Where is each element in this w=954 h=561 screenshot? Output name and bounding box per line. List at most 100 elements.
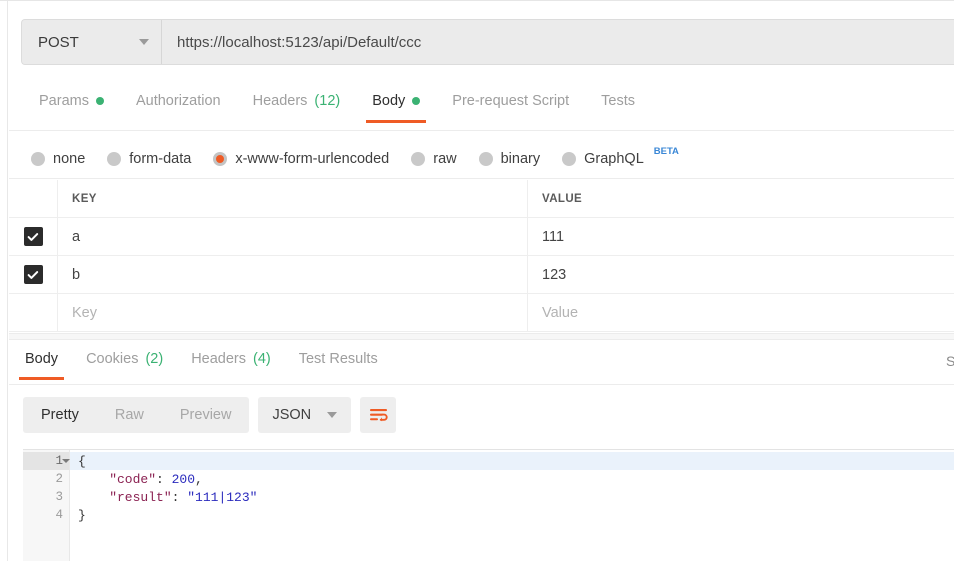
url-input[interactable]: https://localhost:5123/api/Default/ccc	[162, 20, 954, 64]
view-mode-pretty[interactable]: Pretty	[23, 397, 97, 433]
new-row-value-input[interactable]: Value	[528, 294, 954, 331]
tab-count: (12)	[314, 93, 341, 109]
tab-label: Test Results	[298, 351, 378, 367]
code-token: 200	[171, 471, 196, 487]
response-view-mode-group: Pretty Raw Preview	[23, 397, 250, 433]
radio-icon	[31, 151, 45, 166]
line-number-text: 2	[55, 472, 63, 486]
tab-label: Pre-request Script	[452, 93, 570, 109]
code-line: "code" : 200 ,	[70, 470, 954, 488]
select-all-cell	[9, 180, 58, 217]
radio-selected-icon	[213, 151, 228, 166]
tab-authorization[interactable]: Authorization	[120, 89, 237, 123]
pane-divider[interactable]	[9, 333, 954, 340]
body-type-graphql[interactable]: GraphQL BETA	[562, 146, 679, 167]
code-token: {	[78, 453, 86, 469]
line-number-text: 4	[55, 508, 63, 522]
code-token: ,	[195, 471, 203, 487]
body-type-label: x-www-form-urlencoded	[235, 150, 390, 167]
table-row: b 123	[9, 256, 954, 294]
row-value-input[interactable]: 123	[528, 256, 954, 293]
main-content: POST https://localhost:5123/api/Default/…	[9, 1, 954, 561]
line-number[interactable]: 3	[23, 488, 69, 506]
code-token: "code"	[78, 471, 157, 487]
urlencoded-params-table: KEY VALUE a 111 b 123 Key Value	[9, 180, 954, 332]
postman-window: POST https://localhost:5123/api/Default/…	[0, 0, 954, 561]
body-type-label: form-data	[129, 150, 192, 167]
view-mode-raw[interactable]: Raw	[97, 397, 162, 433]
beta-badge: BETA	[653, 145, 679, 157]
row-checkbox-cell[interactable]	[9, 218, 58, 255]
line-number-text: 3	[55, 490, 63, 504]
checkbox-checked-icon[interactable]	[23, 265, 43, 284]
radio-icon	[562, 151, 577, 166]
row-checkbox-cell[interactable]	[9, 256, 58, 293]
tab-label: Headers	[252, 93, 308, 109]
body-type-binary[interactable]: binary	[478, 150, 541, 167]
url-bar: POST https://localhost:5123/api/Default/…	[21, 19, 954, 65]
line-number[interactable]: 2	[23, 470, 69, 488]
body-type-form-data[interactable]: form-data	[107, 151, 191, 167]
code-token: :	[156, 471, 172, 487]
body-type-label: GraphQL	[584, 150, 644, 167]
new-row-key-input[interactable]: Key	[58, 294, 528, 331]
response-tabs: Body Cookies (2) Headers (4) Test Result…	[9, 347, 954, 385]
code-text-area[interactable]: { "code" : 200 , "result" : "111|123" }	[70, 450, 954, 561]
left-rail	[0, 1, 8, 561]
radio-icon	[107, 151, 122, 166]
radio-icon	[411, 151, 426, 166]
table-header-row: KEY VALUE	[9, 180, 954, 218]
body-type-raw[interactable]: raw	[411, 150, 457, 167]
tab-label: Headers	[191, 351, 246, 367]
tab-headers[interactable]: Headers (12)	[237, 89, 357, 123]
code-token: :	[171, 489, 188, 505]
tab-label: Cookies	[86, 351, 139, 367]
response-tab-cookies[interactable]: Cookies (2)	[72, 347, 177, 380]
radio-icon	[478, 151, 493, 166]
tab-label: Body	[372, 93, 406, 109]
tab-tests[interactable]: Tests	[585, 89, 651, 123]
tab-body[interactable]: Body	[356, 89, 436, 123]
response-tab-body[interactable]: Body	[11, 347, 72, 380]
body-type-label: raw	[433, 150, 457, 167]
http-method-label: POST	[38, 33, 79, 51]
fold-triangle-icon[interactable]	[62, 459, 70, 463]
word-wrap-button[interactable]	[360, 397, 397, 433]
body-type-none[interactable]: none	[31, 151, 85, 167]
response-status-text: S	[946, 353, 954, 369]
line-number[interactable]: 4	[23, 506, 69, 524]
unsaved-dot-icon	[95, 97, 104, 105]
response-tab-headers[interactable]: Headers (4)	[177, 347, 285, 380]
code-line: {	[70, 452, 954, 470]
response-body-toolbar: Pretty Raw Preview JSON	[23, 397, 397, 433]
tab-label: Body	[25, 351, 59, 367]
row-value-input[interactable]: 111	[528, 218, 954, 255]
table-row: a 111	[9, 218, 954, 256]
body-type-label: binary	[500, 150, 541, 167]
code-token: "result"	[78, 489, 172, 505]
request-tabs: Params Authorization Headers (12) Body P…	[9, 89, 954, 131]
tab-pre-request-script[interactable]: Pre-request Script	[436, 89, 585, 123]
column-header-value: VALUE	[542, 192, 583, 205]
code-token: "111|123"	[187, 489, 258, 505]
response-format-label: JSON	[272, 407, 312, 423]
http-method-selector[interactable]: POST	[22, 20, 162, 64]
column-header-key: KEY	[58, 180, 528, 217]
tab-label: Tests	[601, 93, 635, 109]
code-line: }	[70, 506, 954, 524]
body-type-radio-group: none form-data x-www-form-urlencoded raw…	[9, 139, 954, 179]
tab-label: Params	[39, 93, 89, 109]
line-number[interactable]: 1	[23, 452, 70, 470]
view-mode-preview[interactable]: Preview	[162, 397, 250, 433]
response-code-viewer: 1 2 3 4 { "code" : 200 , "result": "111…	[23, 449, 954, 561]
checkbox-checked-icon[interactable]	[23, 227, 43, 246]
row-key-input[interactable]: a	[58, 218, 528, 255]
word-wrap-icon	[369, 409, 388, 422]
row-key-input[interactable]: b	[58, 256, 528, 293]
response-format-selector[interactable]: JSON	[258, 397, 352, 433]
code-token: }	[78, 507, 86, 523]
tab-params[interactable]: Params	[23, 89, 120, 123]
response-tab-test-results[interactable]: Test Results	[285, 347, 392, 380]
code-line: "result" : "111|123"	[70, 488, 954, 506]
body-type-x-www-form-urlencoded[interactable]: x-www-form-urlencoded	[213, 151, 389, 167]
